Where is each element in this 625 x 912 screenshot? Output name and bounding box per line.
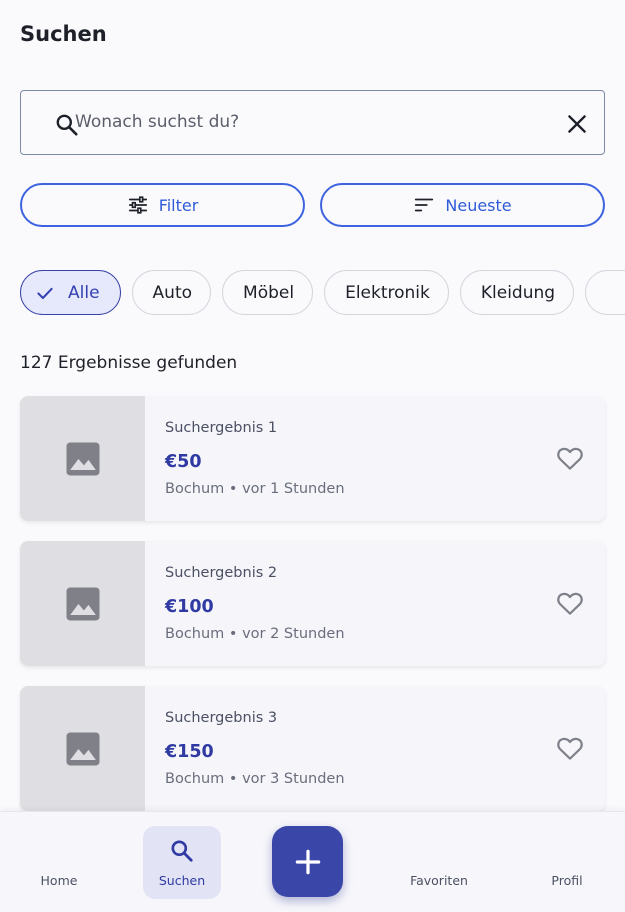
result-title: Suchergebnis 3: [165, 710, 278, 726]
chip-kleidung[interactable]: Kleidung: [459, 270, 575, 315]
nav-label: Suchen: [158, 873, 206, 888]
nav-item-profile[interactable]: Profil: [527, 812, 607, 912]
result-price: €150: [165, 742, 214, 762]
result-card[interactable]: Suchergebnis 1 €50 Bochum • vor 1 Stunde…: [20, 396, 605, 521]
chip-label: Möbel: [243, 282, 295, 303]
page-title: Suchen: [20, 22, 107, 46]
result-price: €100: [165, 597, 214, 617]
result-meta: Bochum • vor 1 Stunden: [165, 481, 345, 497]
nav-label: Profil: [551, 873, 583, 888]
check-icon: [37, 287, 53, 299]
chip-label: Elektronik: [345, 282, 430, 303]
thumbnail: [20, 686, 145, 811]
result-title: Suchergebnis 1: [165, 420, 278, 436]
result-price: €50: [165, 452, 202, 472]
result-card[interactable]: Suchergebnis 3 €150 Bochum • vor 3 Stund…: [20, 686, 605, 811]
search-bar[interactable]: [20, 90, 605, 155]
chip-more[interactable]: [585, 270, 625, 315]
chip-moebel[interactable]: Möbel: [222, 270, 314, 315]
sort-button[interactable]: Neueste: [320, 183, 605, 227]
heart-icon[interactable]: [555, 733, 585, 763]
nav-item-search[interactable]: Suchen: [142, 812, 222, 912]
category-chips: Alle Auto Möbel Elektronik Kleidung: [20, 270, 625, 316]
filter-button[interactable]: Filter: [20, 183, 305, 227]
nav-label: Home: [40, 873, 78, 888]
search-icon: [171, 840, 193, 862]
chip-label: Kleidung: [480, 282, 556, 303]
thumbnail: [20, 541, 145, 666]
close-icon[interactable]: [564, 111, 590, 137]
filter-button-label: Filter: [158, 195, 199, 215]
sort-button-label: Neueste: [445, 195, 512, 215]
nav-label: Favoriten: [410, 873, 468, 888]
result-card[interactable]: Suchergebnis 2 €100 Bochum • vor 2 Stund…: [20, 541, 605, 666]
tune-icon: [128, 196, 147, 214]
results-count: 127 Ergebnisse gefunden: [20, 353, 238, 373]
chip-auto[interactable]: Auto: [131, 270, 212, 315]
nav-item-favorites[interactable]: Favoriten: [399, 812, 479, 912]
chip-label: Alle: [68, 282, 100, 303]
chip-alle[interactable]: Alle: [20, 270, 121, 315]
heart-icon[interactable]: [555, 588, 585, 618]
chip-elektronik[interactable]: Elektronik: [324, 270, 449, 315]
chip-label: Auto: [152, 282, 193, 303]
result-meta: Bochum • vor 3 Stunden: [165, 771, 345, 787]
search-input[interactable]: [75, 91, 545, 153]
image-placeholder-icon: [66, 587, 99, 620]
result-title: Suchergebnis 2: [165, 565, 278, 581]
image-placeholder-icon: [66, 732, 99, 765]
heart-icon[interactable]: [555, 443, 585, 473]
nav-item-home[interactable]: Home: [19, 812, 99, 912]
image-placeholder-icon: [66, 442, 99, 475]
add-listing-button[interactable]: [272, 826, 343, 897]
plus-icon: [295, 849, 320, 874]
result-meta: Bochum • vor 2 Stunden: [165, 626, 345, 642]
thumbnail: [20, 396, 145, 521]
sort-icon: [415, 198, 434, 212]
